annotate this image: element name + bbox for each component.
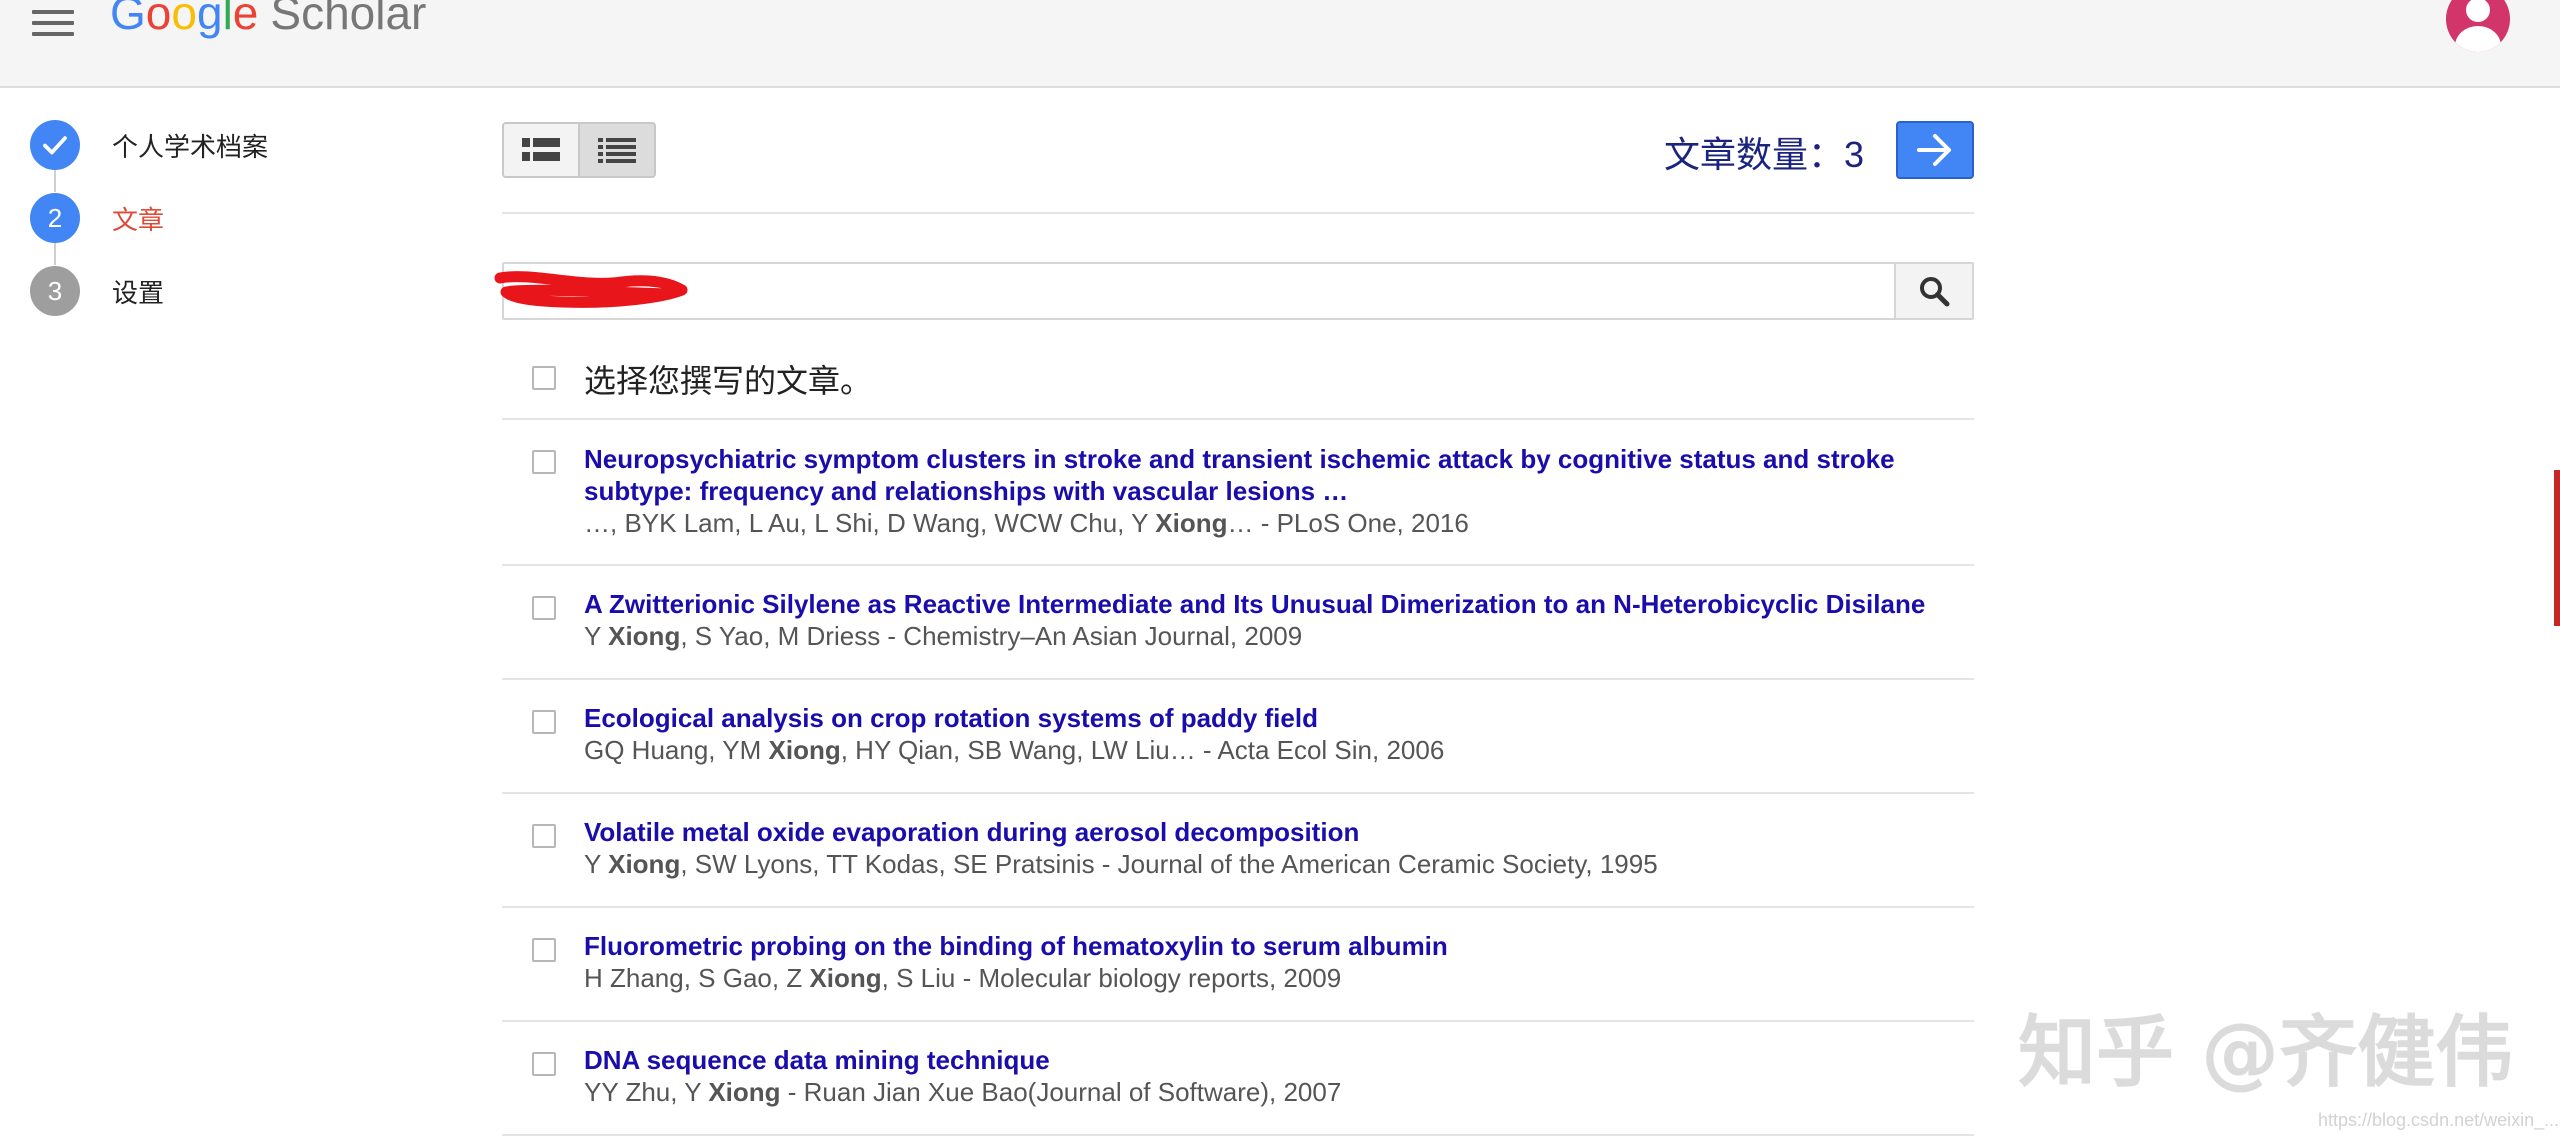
highlighted-author: Xiong	[809, 963, 882, 993]
watermark-url: https://blog.csdn.net/weixin_...	[2318, 1110, 2560, 1130]
stepper-connector	[54, 243, 56, 265]
hamburger-menu-icon[interactable]	[32, 10, 74, 40]
stepper-connector	[54, 170, 56, 192]
highlighted-author: Xiong	[1155, 508, 1228, 538]
step-number-badge: 3	[30, 266, 80, 316]
search-icon	[1920, 277, 1950, 307]
next-step-button[interactable]	[1896, 121, 1974, 179]
divider	[502, 678, 1974, 680]
article-authors: Y Xiong, SW Lyons, TT Kodas, SE Pratsini…	[584, 849, 1658, 879]
google-scholar-logo[interactable]: Google Scholar	[110, 0, 426, 40]
detailed-list-icon[interactable]	[504, 124, 578, 176]
compact-list-icon[interactable]	[578, 124, 654, 176]
step-settings[interactable]: 3 设置	[30, 266, 164, 316]
divider	[502, 212, 1974, 214]
article-count-label: 文章数量：	[1664, 134, 1845, 175]
article-authors: H Zhang, S Gao, Z Xiong, S Liu - Molecul…	[584, 963, 1342, 993]
article-checkbox[interactable]	[532, 1052, 556, 1076]
article-title-link[interactable]: Neuropsychiatric symptom clusters in str…	[584, 443, 1964, 507]
step-articles[interactable]: 2 文章	[30, 193, 164, 243]
article-authors: YY Zhu, Y Xiong - Ruan Jian Xue Bao(Jour…	[584, 1077, 1342, 1107]
article-count-value: 3	[1844, 134, 1865, 175]
divider	[502, 792, 1974, 794]
step-settings-label: 设置	[112, 277, 165, 308]
divider	[502, 906, 1974, 908]
article-checkbox[interactable]	[532, 824, 556, 848]
highlighted-author: Xiong	[708, 1077, 781, 1107]
article-title-link[interactable]: Fluorometric probing on the binding of h…	[584, 930, 1964, 962]
article-authors: GQ Huang, YM Xiong, HY Qian, SB Wang, LW…	[584, 735, 1445, 765]
user-avatar-icon[interactable]	[2446, 0, 2510, 52]
article-authors: Y Xiong, S Yao, M Driess - Chemistry–An …	[584, 621, 1303, 651]
divider	[502, 564, 1974, 566]
search-button[interactable]	[1894, 264, 1972, 318]
divider	[502, 1134, 1974, 1136]
step-number-badge: 2	[30, 193, 80, 243]
view-toggle	[502, 122, 656, 178]
article-checkbox[interactable]	[532, 710, 556, 734]
step-profile-label: 个人学术档案	[112, 131, 269, 162]
divider	[502, 418, 1974, 420]
article-checkbox[interactable]	[532, 450, 556, 474]
select-all-label: 选择您撰写的文章。	[584, 363, 873, 399]
watermark: 知乎 @齐健伟	[2018, 1008, 2514, 1098]
arrow-right-icon	[1917, 134, 1951, 166]
article-title-link[interactable]: A Zwitterionic Silylene as Reactive Inte…	[584, 588, 1964, 620]
divider	[502, 1020, 1974, 1022]
select-all-checkbox[interactable]	[532, 366, 556, 390]
edge-mark	[2554, 470, 2560, 626]
article-authors: …, BYK Lam, L Au, L Shi, D Wang, WCW Chu…	[584, 508, 1469, 538]
search-bar	[494, 262, 1974, 320]
checkmark-icon	[30, 120, 80, 170]
highlighted-author: Xiong	[768, 735, 841, 765]
highlighted-author: Xiong	[608, 621, 681, 651]
step-articles-label: 文章	[112, 204, 165, 235]
article-title-link[interactable]: DNA sequence data mining technique	[584, 1044, 1964, 1076]
article-checkbox[interactable]	[532, 596, 556, 620]
step-profile[interactable]: 个人学术档案	[30, 120, 268, 170]
app-header: Google Scholar	[0, 0, 2560, 88]
article-title-link[interactable]: Volatile metal oxide evaporation during …	[584, 816, 1964, 848]
highlighted-author: Xiong	[608, 849, 681, 879]
article-checkbox[interactable]	[532, 938, 556, 962]
article-count: 文章数量：3	[1664, 126, 1864, 178]
article-title-link[interactable]: Ecological analysis on crop rotation sys…	[584, 702, 1964, 734]
search-input[interactable]	[518, 272, 1882, 312]
